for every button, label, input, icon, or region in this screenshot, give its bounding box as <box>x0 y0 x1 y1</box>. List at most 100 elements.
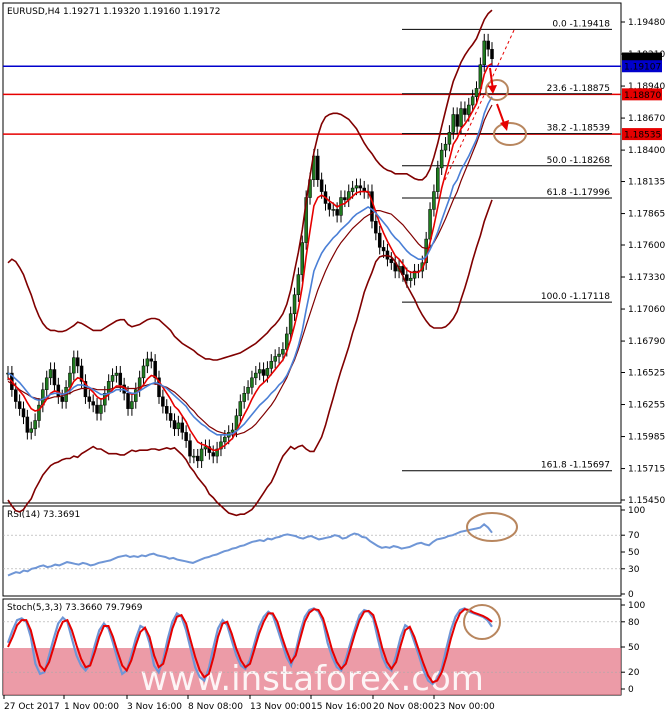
candle-body <box>188 440 192 457</box>
candle-body <box>273 356 277 362</box>
watermark: www.instaforex.com <box>3 648 621 699</box>
candle-body <box>288 313 293 335</box>
candle-body <box>470 96 475 106</box>
candle-body <box>168 413 173 421</box>
price-axis-label: 1.17330 <box>628 273 665 283</box>
candle-body <box>141 365 146 379</box>
candle-body <box>408 277 413 281</box>
candle-body <box>95 404 99 414</box>
price-label-text: 1.18535 <box>624 131 661 141</box>
candle-body <box>13 389 18 402</box>
candle-body <box>250 377 254 388</box>
candle-body <box>56 384 61 398</box>
candle-body <box>463 108 467 115</box>
stoch-title: Stoch(5,3,3) 73.3660 79.7969 <box>7 603 143 613</box>
candle-body <box>296 274 301 296</box>
rsi-axis-label: 70 <box>628 531 640 541</box>
candle-body <box>21 408 26 418</box>
fib-level-label: 61.8 -1.17996 <box>547 188 611 198</box>
candle-body <box>381 247 386 252</box>
candle-body <box>316 155 320 181</box>
watermark-text: www.instaforex.com <box>140 659 484 699</box>
candle-body <box>447 132 452 145</box>
candle-body <box>75 357 80 367</box>
candle-body <box>370 191 374 222</box>
candle-body <box>172 420 177 430</box>
time-axis-label: 1 Nov 00:00 <box>64 702 119 712</box>
price-axis-label: 1.18400 <box>628 146 665 156</box>
candle-body <box>331 209 335 211</box>
candle-body <box>490 49 494 60</box>
time-axis-label: 20 Nov 08:00 <box>373 702 434 712</box>
candle-body <box>474 88 479 97</box>
price-axis-label: 1.17600 <box>628 241 665 251</box>
price-label-text: 1.19107 <box>624 63 661 73</box>
time-axis-label: 23 Nov 00:00 <box>434 702 495 712</box>
candle-body <box>48 369 53 379</box>
candle-body <box>281 349 285 355</box>
candle-body <box>246 387 250 394</box>
chart-container: www.instaforex.com EURUSD,H4 1.19271 1.1… <box>0 0 665 716</box>
candle-body <box>350 187 355 192</box>
fib-level-label: 23.6 -1.18875 <box>547 84 610 94</box>
candle-body <box>467 104 471 115</box>
price-axis-label: 1.15985 <box>628 433 665 443</box>
fib-level-label: 161.8 -1.15697 <box>541 461 610 471</box>
candle-body <box>374 221 378 234</box>
time-axis-label: 8 Nov 08:00 <box>188 702 243 712</box>
candle-body <box>486 40 490 50</box>
candle-body <box>29 428 33 433</box>
stoch-axis-label: 100 <box>628 601 645 611</box>
candle-body <box>153 360 157 379</box>
candle-body <box>52 369 57 386</box>
candle-body <box>184 432 188 441</box>
candle-body <box>265 368 270 376</box>
fib-level-label: 50.0 -1.18268 <box>547 156 611 166</box>
candle-body <box>436 167 440 192</box>
candle-body <box>389 258 394 264</box>
price-axis-label: 1.17060 <box>628 305 665 315</box>
candle-body <box>254 372 258 379</box>
price-axis-label: 1.19480 <box>628 18 665 28</box>
candle-body <box>439 149 444 169</box>
candle-body <box>33 420 37 430</box>
candle-body <box>126 393 130 409</box>
candle-body <box>110 375 115 382</box>
candle-body <box>145 358 150 367</box>
candle-body <box>339 197 343 216</box>
rsi-axis-label: 50 <box>628 548 640 558</box>
candle-body <box>343 197 347 201</box>
candle-body <box>459 108 463 127</box>
price-axis-label: 1.15450 <box>628 496 665 506</box>
candle-body <box>261 369 266 376</box>
time-axis-label: 13 Nov 00:00 <box>250 702 311 712</box>
candle-body <box>25 416 30 433</box>
candle-body <box>354 185 359 189</box>
candle-body <box>17 401 22 409</box>
candle-body <box>199 448 204 462</box>
rsi-axis-label: 0 <box>628 590 634 600</box>
candle-body <box>319 179 324 192</box>
candle-body <box>327 203 332 210</box>
candle-body <box>180 422 184 433</box>
candle-body <box>242 393 246 402</box>
fib-level-label: 38.2 -1.18539 <box>547 124 611 134</box>
stoch-axis-label: 80 <box>628 618 640 628</box>
price-panel-frame <box>2 2 622 504</box>
time-axis-label: 15 Nov 16:00 <box>311 702 372 712</box>
candle-body <box>277 353 281 357</box>
time-axis-label: 3 Nov 16:00 <box>127 702 182 712</box>
time-axis-label: 27 Oct 2017 <box>4 702 60 712</box>
candle-body <box>60 396 64 402</box>
candle-body <box>192 455 196 458</box>
chart-canvas: www.instaforex.com EURUSD,H4 1.19271 1.1… <box>2 2 665 712</box>
rsi-axis-label: 30 <box>628 565 640 575</box>
rsi-panel-frame <box>2 505 622 597</box>
price-axis-label: 1.17865 <box>628 210 665 220</box>
price-axis-label: 1.16790 <box>628 337 665 347</box>
candle-body <box>257 369 262 374</box>
price-axis-label: 1.15715 <box>628 465 665 475</box>
stoch-axis-label: 50 <box>628 643 640 653</box>
candle-body <box>335 209 339 216</box>
price-axis-label: 1.18670 <box>628 114 665 124</box>
